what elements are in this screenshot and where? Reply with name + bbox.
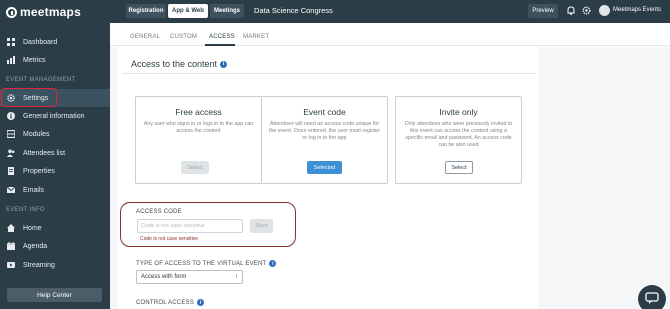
streaming-icon <box>7 262 15 268</box>
access-type-select[interactable]: Access with form ↕ <box>136 270 243 284</box>
tab-access[interactable]: ACCESS <box>209 34 235 40</box>
access-code-label: ACCESS CODE <box>136 209 182 215</box>
sidebar-item-agenda[interactable]: Agenda <box>0 237 110 255</box>
right-column <box>538 47 670 309</box>
sidebar-item-label: Metrics <box>23 56 46 64</box>
sidebar-item-home[interactable]: Home <box>0 219 110 237</box>
section-title-text: Access to the content <box>131 59 218 69</box>
select-button[interactable]: Select <box>181 161 209 174</box>
option-description: Only attendees who were previously invit… <box>404 121 513 148</box>
agenda-icon <box>7 242 15 250</box>
home-icon <box>7 224 15 232</box>
info-icon[interactable]: i <box>269 260 277 267</box>
sidebar-item-metrics[interactable]: Metrics <box>0 51 110 69</box>
dashboard-icon <box>7 38 15 46</box>
option-title: Free access <box>175 107 222 117</box>
settings-tabs: GENERAL CUSTOM ACCESS MARKET <box>110 23 670 46</box>
sidebar-item-label: Home <box>23 224 42 232</box>
sidebar-item-attendees-list[interactable]: Attendees list <box>0 144 110 162</box>
selected-button[interactable]: Selected <box>307 161 342 174</box>
chat-icon <box>645 292 659 304</box>
sidebar-item-streaming[interactable]: Streaming <box>0 256 110 274</box>
settings-gear-icon[interactable] <box>582 6 591 15</box>
sidebar: meetmaps Dashboard Metrics EVENT MANAGEM… <box>0 0 110 309</box>
select-button[interactable]: Select <box>445 161 473 174</box>
option-title: Invite only <box>439 107 478 117</box>
avatar[interactable] <box>599 5 610 16</box>
properties-icon <box>8 167 14 175</box>
brand-name: meetmaps <box>20 5 81 19</box>
tab-market[interactable]: MARKET <box>243 34 269 40</box>
brand-logo[interactable]: meetmaps <box>6 5 81 19</box>
users-icon <box>7 149 15 157</box>
sidebar-item-label: Attendees list <box>23 149 66 157</box>
sidebar-item-label: Modules <box>23 130 50 138</box>
option-title: Event code <box>303 107 346 117</box>
option-free-access[interactable]: Free access Any user who signs in or log… <box>135 96 262 184</box>
tab-meetings[interactable]: Meetings <box>210 4 244 18</box>
info-icon <box>7 112 15 120</box>
tab-registration[interactable]: Registration <box>126 4 166 18</box>
sidebar-item-emails[interactable]: Emails <box>0 181 110 199</box>
option-description: Any user who signs in or logs in to the … <box>143 121 254 134</box>
info-icon[interactable]: i <box>220 60 228 68</box>
access-type-label: TYPE OF ACCESS TO THE VIRTUAL EVENT i <box>136 260 277 267</box>
tab-custom[interactable]: CUSTOM <box>170 34 197 40</box>
save-button[interactable]: Save <box>250 219 273 233</box>
chat-launcher[interactable] <box>638 285 666 309</box>
user-name[interactable]: Meetmaps Events <box>613 7 661 13</box>
sidebar-item-label: Properties <box>23 167 55 175</box>
section-heading-management: EVENT MANAGEMENT <box>6 77 76 83</box>
sidebar-item-properties[interactable]: Properties <box>0 162 110 180</box>
section-title: Access to the content i <box>131 59 228 69</box>
sidebar-item-general-information[interactable]: General information <box>0 107 110 125</box>
option-description: Attendees will need an access code uniqu… <box>269 121 380 141</box>
control-access-label-text: CONTROL ACCESS <box>136 299 194 306</box>
sidebar-item-dashboard[interactable]: Dashboard <box>0 33 110 51</box>
divider <box>122 73 535 74</box>
sidebar-item-label: Dashboard <box>23 38 58 46</box>
active-tab-indicator <box>205 44 235 46</box>
info-icon[interactable]: i <box>196 299 204 306</box>
top-bar: Registration App & Web Meetings Data Sci… <box>110 0 670 23</box>
access-type-label-text: TYPE OF ACCESS TO THE VIRTUAL EVENT <box>136 260 267 267</box>
chevron-updown-icon: ↕ <box>235 274 238 280</box>
event-title: Data Science Congress <box>254 6 333 15</box>
help-center-button[interactable]: Help Center <box>7 288 102 302</box>
control-access-label: CONTROL ACCESS i <box>136 299 204 306</box>
logo-icon <box>6 6 17 18</box>
sidebar-item-label: Emails <box>23 186 45 194</box>
tab-app-web[interactable]: App & Web <box>168 4 208 18</box>
code-hint: Code is not case sensitive <box>140 236 199 242</box>
sidebar-item-label: Streaming <box>23 261 55 269</box>
modules-icon <box>7 130 15 138</box>
tab-general[interactable]: GENERAL <box>130 34 160 40</box>
access-code-input[interactable]: Code is not case sensitive <box>137 219 243 233</box>
sidebar-item-modules[interactable]: Modules <box>0 125 110 143</box>
bell-icon[interactable] <box>567 6 575 15</box>
access-type-value: Access with form <box>141 274 187 280</box>
metrics-icon <box>7 56 15 64</box>
sidebar-item-label: Agenda <box>23 242 48 250</box>
sidebar-item-label: General information <box>23 112 85 120</box>
option-invite-only[interactable]: Invite only Only attendees who were prev… <box>395 96 522 184</box>
mail-icon <box>7 186 15 193</box>
settings-highlight-annotation <box>1 88 57 107</box>
option-event-code[interactable]: Event code Attendees will need an access… <box>261 96 388 184</box>
preview-button[interactable]: Preview <box>528 4 558 18</box>
section-heading-event-info: EVENT INFO <box>6 207 45 213</box>
